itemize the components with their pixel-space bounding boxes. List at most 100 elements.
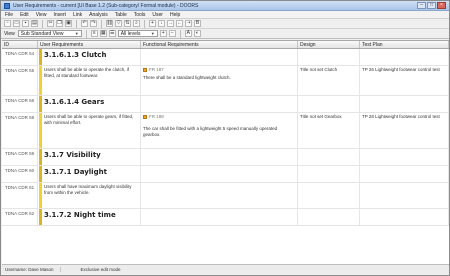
table-row[interactable]: TDNA CDR 60 3.1.7.1 Daylight bbox=[2, 166, 449, 183]
requirement-text: Users shall be able to operate gears, if… bbox=[44, 114, 134, 125]
chevron-down-icon: ▼ bbox=[74, 31, 79, 36]
status-icon bbox=[143, 68, 147, 72]
functional-requirement-cell[interactable]: FR 188 The car shall be fitted with a li… bbox=[141, 113, 298, 148]
table-row[interactable]: TDNA CDR 62 3.1.7.2 Night time bbox=[2, 209, 449, 226]
functional-requirement-cell[interactable] bbox=[141, 96, 298, 112]
functional-requirement-cell[interactable] bbox=[141, 183, 298, 208]
design-cell[interactable] bbox=[298, 96, 360, 112]
user-requirement-cell[interactable]: 3.1.7.1 Daylight bbox=[38, 166, 141, 182]
close-button[interactable]: × bbox=[437, 2, 446, 9]
functional-requirement-cell[interactable] bbox=[141, 209, 298, 225]
menu-file[interactable]: File bbox=[5, 12, 13, 18]
level-select[interactable]: All levels ▼ bbox=[117, 30, 158, 37]
show-graphics-icon[interactable]: ▦ bbox=[99, 30, 107, 37]
functional-requirement-cell[interactable]: FR 187 There shall be a standard lightwe… bbox=[141, 66, 298, 95]
menu-view[interactable]: View bbox=[36, 12, 47, 18]
user-requirement-cell[interactable]: Users shall have maximum daylight visibi… bbox=[38, 183, 141, 208]
format-icon[interactable]: A bbox=[184, 30, 192, 37]
bold-icon[interactable]: B bbox=[194, 20, 201, 27]
column-header-test-plan[interactable]: Test Plan bbox=[360, 41, 449, 48]
menu-link[interactable]: Link bbox=[73, 12, 82, 18]
table-row[interactable]: TDNA CDR 59 3.1.7 Visibility bbox=[2, 149, 449, 166]
design-cell[interactable] bbox=[298, 49, 360, 65]
section-heading: 3.1.7.2 Night time bbox=[44, 211, 116, 219]
promote-icon[interactable]: ← bbox=[176, 20, 183, 27]
color-icon[interactable]: ◐ bbox=[193, 30, 201, 37]
status-icon bbox=[143, 115, 147, 119]
user-requirement-cell[interactable]: Users shall be able to operate the clutc… bbox=[38, 66, 141, 95]
test-plan-cell[interactable]: TP 28 Lightweight footwear control test bbox=[360, 113, 449, 148]
design-cell[interactable] bbox=[298, 149, 360, 165]
paste-icon[interactable]: ▣ bbox=[65, 20, 72, 27]
cut-icon[interactable]: ✂ bbox=[47, 20, 54, 27]
user-requirement-cell[interactable]: 3.1.7.2 Night time bbox=[38, 209, 141, 225]
filter-icon[interactable]: ▽ bbox=[115, 20, 122, 27]
menu-help[interactable]: Help bbox=[170, 12, 180, 18]
test-plan-cell[interactable] bbox=[360, 183, 449, 208]
copy-icon[interactable]: ❐ bbox=[56, 20, 63, 27]
menu-tools[interactable]: Tools bbox=[134, 12, 146, 18]
test-plan-cell[interactable] bbox=[360, 149, 449, 165]
link-icon[interactable]: ⛓ bbox=[106, 20, 113, 27]
find-icon[interactable]: ⌕ bbox=[133, 20, 140, 27]
user-requirement-cell[interactable]: 3.1.6.1.4 Gears bbox=[38, 96, 141, 112]
test-plan-cell[interactable] bbox=[360, 96, 449, 112]
menu-user[interactable]: User bbox=[152, 12, 163, 18]
table-row[interactable]: TDNA CDR 61 Users shall have maximum day… bbox=[2, 183, 449, 209]
collapse-icon[interactable]: − bbox=[168, 30, 176, 37]
change-bar bbox=[39, 113, 42, 148]
test-plan-cell[interactable] bbox=[360, 49, 449, 65]
test-plan-cell[interactable] bbox=[360, 166, 449, 182]
open-icon[interactable]: ▭ bbox=[13, 20, 20, 27]
new-icon[interactable]: ▫ bbox=[4, 20, 11, 27]
show-tree-icon[interactable]: ≡ bbox=[90, 30, 98, 37]
outline-icon[interactable]: ☰ bbox=[108, 30, 116, 37]
save-icon[interactable]: ▪ bbox=[22, 20, 29, 27]
column-header-design[interactable]: Design bbox=[298, 41, 360, 48]
user-requirement-cell[interactable]: Users shall be able to operate gears, if… bbox=[38, 113, 141, 148]
user-requirement-cell[interactable]: 3.1.6.1.3 Clutch bbox=[38, 49, 141, 65]
view-select[interactable]: Sub Standard View ▼ bbox=[17, 30, 82, 37]
status-mode: Exclusive edit mode bbox=[80, 267, 121, 272]
change-bar bbox=[39, 166, 42, 182]
functional-requirement-cell[interactable] bbox=[141, 49, 298, 65]
print-icon[interactable]: ▤ bbox=[31, 20, 38, 27]
functional-requirement-cell[interactable] bbox=[141, 149, 298, 165]
design-cell[interactable] bbox=[298, 183, 360, 208]
sort-icon[interactable]: ⇅ bbox=[124, 20, 131, 27]
design-cell[interactable] bbox=[298, 166, 360, 182]
user-requirement-cell[interactable]: 3.1.7 Visibility bbox=[38, 149, 141, 165]
design-cell[interactable]: Title not set Gearbox bbox=[298, 113, 360, 148]
level-select-value: All levels bbox=[120, 30, 141, 37]
functional-requirement-cell[interactable] bbox=[141, 166, 298, 182]
insert-below-icon[interactable]: ↓ bbox=[158, 20, 165, 27]
column-header-user-requirements[interactable]: User Requirements bbox=[38, 41, 141, 48]
requirement-text: Users shall be able to operate the clutc… bbox=[44, 67, 130, 78]
menu-table[interactable]: Table bbox=[115, 12, 127, 18]
requirements-table: ID User Requirements Functional Requirem… bbox=[2, 40, 449, 265]
window-title: User Requirements - current [UI Base 1.2… bbox=[13, 2, 199, 9]
table-row[interactable]: TDNA CDR 55 Users shall be able to opera… bbox=[2, 66, 449, 96]
test-plan-cell[interactable]: TP 26 Lightweight footwear control test bbox=[360, 66, 449, 95]
demote-icon[interactable]: ⇢ bbox=[185, 20, 192, 27]
design-cell[interactable]: Title not set Clutch bbox=[298, 66, 360, 95]
insert-object-icon[interactable]: + bbox=[149, 20, 156, 27]
minimize-button[interactable]: – bbox=[417, 2, 426, 9]
test-plan-cell[interactable] bbox=[360, 209, 449, 225]
table-row[interactable]: TDNA CDR 58 Users shall be able to opera… bbox=[2, 113, 449, 149]
redo-icon[interactable]: ↷ bbox=[90, 20, 97, 27]
undo-icon[interactable]: ↶ bbox=[81, 20, 88, 27]
insert-right-icon[interactable]: → bbox=[167, 20, 174, 27]
menu-edit[interactable]: Edit bbox=[20, 12, 29, 18]
menu-analysis[interactable]: Analysis bbox=[89, 12, 108, 18]
column-header-functional-requirements[interactable]: Functional Requirements bbox=[141, 41, 298, 48]
design-cell[interactable] bbox=[298, 209, 360, 225]
maximize-button[interactable]: □ bbox=[427, 2, 436, 9]
expand-icon[interactable]: + bbox=[159, 30, 167, 37]
row-id: TDNA CDR 59 bbox=[2, 149, 38, 165]
column-header-id[interactable]: ID bbox=[2, 41, 38, 48]
menu-insert[interactable]: Insert bbox=[53, 12, 66, 18]
application-window: User Requirements - current [UI Base 1.2… bbox=[0, 0, 450, 276]
table-row[interactable]: TDNA CDR 54 3.1.6.1.3 Clutch bbox=[2, 49, 449, 66]
table-row[interactable]: TDNA CDR 56 3.1.6.1.4 Gears bbox=[2, 96, 449, 113]
